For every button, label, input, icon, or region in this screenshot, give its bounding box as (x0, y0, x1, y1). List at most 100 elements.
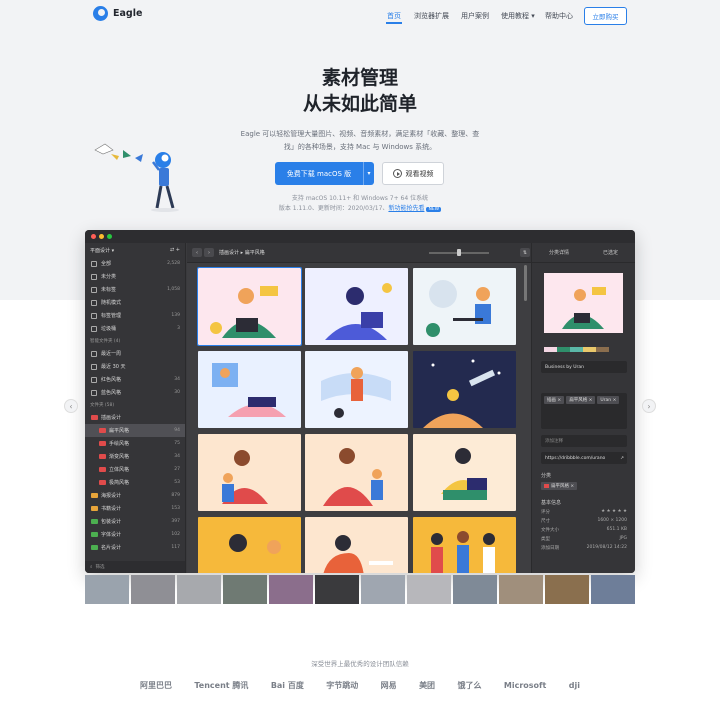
filmstrip-thumbnail[interactable] (85, 575, 129, 604)
color-swatch[interactable] (557, 347, 570, 352)
window-titlebar (85, 230, 635, 243)
nav-tutorials[interactable]: 使用教程 ▾ (501, 11, 535, 21)
filmstrip-thumbnail[interactable] (269, 575, 313, 604)
filmstrip-thumbnail[interactable] (177, 575, 221, 604)
folder-item[interactable]: 插画设计 (85, 411, 185, 424)
buy-now-button[interactable]: 立即购买 (584, 7, 627, 25)
sidebar-item[interactable]: 全部 2,528 (85, 257, 185, 270)
nav-browser-extension[interactable]: 浏览器扩展 (414, 11, 449, 21)
folder-item[interactable]: 名片设计 117 (85, 541, 185, 554)
tag-chip[interactable]: 扁平风格 × (566, 396, 596, 404)
back-icon[interactable]: ‹ (192, 248, 202, 257)
carousel-next-button[interactable]: › (642, 399, 656, 413)
folder-item[interactable]: 书籍设计 153 (85, 502, 185, 515)
folder-item[interactable]: 渐变风格 34 (85, 450, 185, 463)
forward-icon[interactable]: › (204, 248, 214, 257)
color-swatch[interactable] (544, 347, 557, 352)
tab-selected[interactable]: 已选定 (603, 249, 618, 256)
note-field[interactable]: 添加注释 (541, 435, 627, 447)
item-name-field[interactable]: Business by Uran (541, 361, 627, 373)
folder-icon (91, 506, 98, 511)
sidebar: 平面设计 ▾ ⇄ + 全部 2,528 未分类 未标签 1,058 随机模式 标签管理 139… (85, 243, 186, 573)
hero-title-line1: 素材管理 (321, 67, 398, 89)
grid-scrollbar[interactable] (524, 265, 527, 301)
sidebar-item-label: 海报设计 (101, 493, 122, 499)
download-macos-button[interactable]: 免费下载 macOS 版 ▾ (275, 162, 374, 185)
library-switcher[interactable]: 平面设计 ▾ ⇄ + (85, 243, 185, 257)
download-dropdown-icon[interactable]: ▾ (364, 170, 374, 177)
filmstrip-thumbnail[interactable] (223, 575, 267, 604)
breadcrumb[interactable]: 插画设计 ▸ 扁平风格 (219, 249, 265, 256)
client-logo-text: 网易 (380, 681, 397, 690)
filmstrip-thumbnail[interactable] (407, 575, 451, 604)
sort-icon[interactable]: ⇅ (520, 248, 530, 257)
sidebar-item[interactable]: 标签管理 139 (85, 309, 185, 322)
thumbnail[interactable] (197, 267, 302, 346)
sidebar-item-label: 未标签 (101, 287, 117, 293)
zoom-slider-handle[interactable] (457, 249, 461, 256)
watch-video-button[interactable]: 观看视频 (382, 162, 444, 185)
source-url-field[interactable]: https://dribbble.com/urano ↗ (541, 452, 627, 464)
tab-folder-details[interactable]: 分类详情 (549, 249, 569, 256)
new-features-link[interactable]: 新功能抢先看 (388, 205, 424, 212)
minimize-window-icon[interactable] (99, 234, 104, 239)
nav-user-cases[interactable]: 用户案例 (461, 11, 489, 21)
thumbnail[interactable] (305, 434, 408, 511)
sidebar-icon (91, 260, 97, 267)
sidebar-item[interactable]: 未标签 1,058 (85, 283, 185, 296)
sidebar-item-label: 名片设计 (101, 545, 122, 551)
thumbnail[interactable] (305, 517, 408, 573)
filmstrip-thumbnail[interactable] (361, 575, 405, 604)
filmstrip-thumbnail[interactable] (545, 575, 589, 604)
close-window-icon[interactable] (91, 234, 96, 239)
filmstrip-thumbnail[interactable] (499, 575, 543, 604)
thumbnail[interactable] (198, 517, 301, 573)
folder-chip[interactable]: 扁平风格 × (541, 482, 578, 490)
filmstrip-thumbnail[interactable] (591, 575, 635, 604)
folder-item[interactable]: 立体风格 27 (85, 463, 185, 476)
smart-folder-item[interactable]: 蓝色风格 30 (85, 386, 185, 399)
folder-item[interactable]: 包装设计 397 (85, 515, 185, 528)
filter-bar[interactable]: ⌕ 筛选 (85, 561, 185, 573)
tag-chip[interactable]: 插画 × (544, 396, 565, 404)
sidebar-item-count: 397 (171, 519, 180, 524)
folder-item[interactable]: 海报设计 879 (85, 489, 185, 502)
folder-item[interactable]: 扁平风格 94 (85, 424, 185, 437)
folder-item[interactable]: 字体设计 102 (85, 528, 185, 541)
thumbnail[interactable] (413, 517, 516, 573)
thumbnail[interactable] (305, 268, 408, 345)
library-actions[interactable]: ⇄ + (170, 247, 180, 253)
folder-icon (99, 480, 106, 485)
smart-folder-item[interactable]: 最近一周 (85, 347, 185, 360)
nav-help-center[interactable]: 帮助中心 (545, 11, 573, 21)
nav-home[interactable]: 首页 (387, 11, 401, 21)
thumbnail[interactable] (413, 268, 516, 345)
filmstrip-thumbnail[interactable] (453, 575, 497, 604)
folder-item[interactable]: 极简风格 53 (85, 476, 185, 489)
thumbnail[interactable] (305, 351, 408, 428)
filmstrip-thumbnail[interactable] (131, 575, 175, 604)
sidebar-item[interactable]: 垃圾桶 3 (85, 322, 185, 335)
color-swatch[interactable] (596, 347, 609, 352)
open-link-icon[interactable]: ↗ (620, 456, 627, 461)
sidebar-item[interactable]: 未分类 (85, 270, 185, 283)
sidebar-item-count: 879 (171, 493, 180, 498)
thumbnail[interactable] (413, 434, 516, 511)
sidebar-item-label: 标签管理 (101, 313, 122, 319)
info-key: 添加日期 (541, 546, 559, 551)
color-swatch[interactable] (583, 347, 596, 352)
smart-folder-item[interactable]: 最近 30 天 (85, 360, 185, 373)
thumbnail[interactable] (198, 351, 301, 428)
tag-editor[interactable]: 插画 × 扁平风格 × Uran × (541, 393, 627, 429)
color-swatch[interactable] (570, 347, 583, 352)
thumbnail[interactable] (413, 351, 516, 428)
tag-chip[interactable]: Uran × (597, 396, 620, 404)
sidebar-item[interactable]: 随机模式 (85, 296, 185, 309)
eagle-logo[interactable]: Eagle (93, 6, 142, 21)
maximize-window-icon[interactable] (107, 234, 112, 239)
folder-item[interactable]: 手绘风格 75 (85, 437, 185, 450)
carousel-prev-button[interactable]: ‹ (64, 399, 78, 413)
thumbnail[interactable] (198, 434, 301, 511)
filmstrip-thumbnail[interactable] (315, 575, 359, 604)
smart-folder-item[interactable]: 红色风格 34 (85, 373, 185, 386)
